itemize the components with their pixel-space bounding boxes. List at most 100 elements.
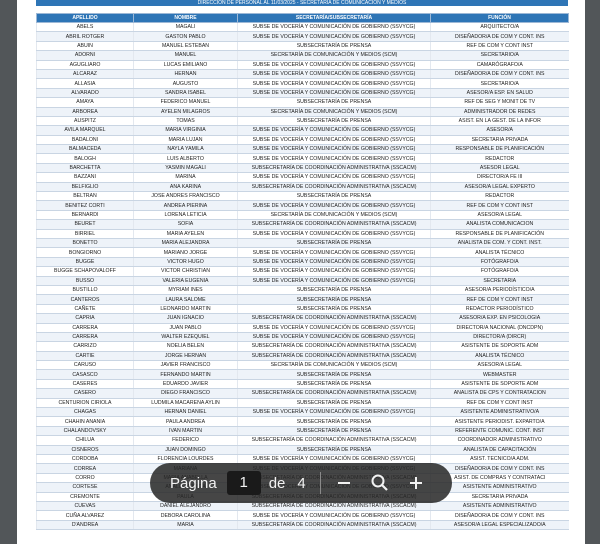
table-cell: SUBSECRETARÍA DE PRENSA xyxy=(237,379,431,390)
table-row: CARTIE JORGE HERNAN SUBSECRETARÍA DE COORD… xyxy=(36,351,569,362)
table-cell: CASERES xyxy=(36,379,134,390)
table-row: CASASCO FERNANDO MARTIN SUBSECRETARÍA DE P… xyxy=(36,369,569,380)
table-cell: CHAHIN ANANIA xyxy=(36,416,134,427)
table-cell: ABRIL ROTGER xyxy=(36,31,134,42)
table-cell: SECRETARIA PRIVADA xyxy=(430,135,569,146)
table-cell: BENITEZ CORTI xyxy=(36,200,134,211)
table-cell: SECRETARÍA DE COMUNICACIÓN Y MEDIOS (SCM… xyxy=(237,107,431,117)
table-row: CENTURION CIRIOLA LUDMILA MACARENA AYLIN S… xyxy=(36,398,569,409)
table-row: CARUSO JAVIER FRANCISCO SECRETARÍA DE COMU… xyxy=(36,360,569,371)
table-cell: ALLASIA xyxy=(36,78,134,89)
table-cell: GASTON PABLO xyxy=(133,31,238,42)
table-cell: DIRECTOR/A (DIRCR) xyxy=(430,332,569,343)
table-cell: SANDRA ISABEL xyxy=(133,88,238,99)
table-row: CUÑA ALVAREZ DEBORA CAROLINA SUBSE DE VOCE… xyxy=(36,510,569,521)
table-cell: REDACTOR PERIODÍSTICO xyxy=(430,304,569,315)
table-cell: BONETTO xyxy=(36,238,134,249)
table-cell: ANALISTA DE CPS Y CONTRATACION xyxy=(430,388,569,399)
zoom-fit-button[interactable] xyxy=(367,470,393,496)
table-cell: SUBSECRETARÍA DE PRENSA xyxy=(237,294,431,305)
current-page-input[interactable]: 1 xyxy=(226,471,261,495)
table-cell: SECRETARÍA DE COMUNICACIÓN Y MEDIOS (SCM… xyxy=(237,210,431,221)
table-cell: FEDERICO MANUEL xyxy=(133,97,238,108)
table-cell: ASESOR/A PERIODÍSTICO/A xyxy=(430,285,569,296)
table-cell: MARIA AYELEN xyxy=(133,229,238,240)
header-apellido: APELLIDO xyxy=(36,13,134,23)
table-cell: YASMIN MAGALI xyxy=(133,163,238,174)
table-cell: BONGIORNO xyxy=(36,247,134,258)
table-cell: DIRECTOR/A NACIONAL (DNCDPN) xyxy=(430,323,569,333)
table-cell: SUBSE DE VOCERÍA Y COMUNICACIÓN DE GOBIE… xyxy=(237,78,431,89)
table-cell: LUCAS EMILIANO xyxy=(133,60,238,70)
header-secretaria: SECRETARÍA/SUBSECRETARÍA xyxy=(237,13,431,23)
table-cell: SUBSE DE VOCERÍA Y COMUNICACIÓN DE GOBIE… xyxy=(237,125,431,136)
table-row: BARCHETTA YASMIN MAGALI SUBSECRETARÍA DE C… xyxy=(36,163,569,174)
table-cell: SUBSECRETARÍA DE PRENSA xyxy=(237,191,431,202)
table-cell: SUBSECRETARÍA DE COORDINACIÓN ADMINISTRA… xyxy=(237,163,431,174)
table-cell: ANALISTA COMUNICACION xyxy=(430,219,569,230)
table-cell: CARRERA xyxy=(36,323,134,333)
table-cell: JAVIER FRANCISCO xyxy=(133,360,238,371)
table-cell: ASESOR/A ESP. EN SALUD xyxy=(430,88,569,99)
table-cell: JOSE ANDRES FRANCISCO xyxy=(133,191,238,202)
table-cell: SUBSECRETARÍA DE PRENSA xyxy=(237,116,431,127)
table-cell: SUBSE DE VOCERÍA Y COMUNICACIÓN DE GOBIE… xyxy=(237,88,431,99)
table-cell: CASASCO xyxy=(36,369,134,380)
table-cell: AUSPITZ xyxy=(36,116,134,127)
table-row: CARRERA JUAN PABLO SUBSE DE VOCERÍA Y COMU… xyxy=(36,323,569,333)
staff-table: APELLIDO NOMBRE SECRETARÍA/SUBSECRETARÍA… xyxy=(36,13,569,531)
table-cell: SUBSECRETARÍA DE PRENSA xyxy=(237,41,431,52)
table-cell: SUBSECRETARÍA DE COORDINACIÓN ADMINISTRA… xyxy=(237,313,431,324)
zoom-out-button[interactable] xyxy=(331,470,357,496)
table-cell: SUBSECRETARÍA DE COORDINACIÓN ADMINISTRA… xyxy=(237,219,431,230)
table-cell: SUBSECRETARÍA DE COORDINACIÓN ADMINISTRA… xyxy=(237,388,431,399)
table-cell: BARCHETTA xyxy=(36,163,134,174)
table-cell: ABUIN xyxy=(36,41,134,52)
table-cell: ASESOR/A LEGAL ESPECIALIZADO/A xyxy=(430,520,569,531)
table-cell: BUGGE xyxy=(36,257,134,268)
table-cell: CISNEROS xyxy=(36,445,134,455)
table-row: BUGGE SCHAPOVALOFF VICTOR CHRISTIAN SUBSE … xyxy=(36,266,569,277)
table-cell: MYRIAM INES xyxy=(133,285,238,296)
table-cell: MARIANO JORGE xyxy=(133,247,238,258)
table-cell: LEONARDO MARTIN xyxy=(133,304,238,315)
table-row: ALVARADO SANDRA ISABEL SUBSE DE VOCERÍA Y … xyxy=(36,88,569,99)
table-cell: EDUARDO JAVIER xyxy=(133,379,238,390)
table-cell: MARIA ALEJANDRA xyxy=(133,238,238,249)
table-cell: BALOGH xyxy=(36,153,134,164)
table-row: CASERO DIEGO FRANCISCO SUBSECRETARÍA DE CO… xyxy=(36,388,569,399)
table-cell: SECRETARÍA DE COMUNICACIÓN Y MEDIOS (SCM… xyxy=(237,360,431,371)
table-cell: NOELIA BELEN xyxy=(133,341,238,352)
table-cell: SUBSECRETARÍA DE PRENSA xyxy=(237,416,431,427)
table-cell: CORTESE xyxy=(36,482,134,493)
table-cell: ALVARADO xyxy=(36,88,134,99)
table-cell: SECRETARIO/A xyxy=(430,78,569,89)
table-cell: REF DE COM Y CONT INST xyxy=(430,398,569,409)
table-cell: SUBSE DE VOCERÍA Y COMUNICACIÓN DE GOBIE… xyxy=(237,332,431,343)
table-cell: ASISTENTE PERIODIST. EXPARTO/A xyxy=(430,416,569,427)
table-cell: SUBSECRETARÍA DE PRENSA xyxy=(237,285,431,296)
table-row: BELTRAN JOSE ANDRES FRANCISCO SUBSECRETARÍ… xyxy=(36,191,569,202)
table-cell: MAGALI xyxy=(133,22,238,33)
table-cell: SUBSECRETARÍA DE COORDINACIÓN ADMINISTRA… xyxy=(237,435,431,446)
table-cell: REF DE SEG Y MONIT DE TV xyxy=(430,97,569,108)
table-cell: TOMAS xyxy=(133,116,238,127)
zoom-in-button[interactable] xyxy=(403,470,429,496)
table-cell: NAYLA YAMILA xyxy=(133,144,238,155)
table-cell: CASERO xyxy=(36,388,134,399)
table-cell: SUBSECRETARÍA DE PRENSA xyxy=(237,97,431,108)
table-cell: SUBSECRETARÍA DE COORDINACIÓN ADMINISTRA… xyxy=(237,182,431,193)
table-cell: ANALISTA TÉCNICO xyxy=(430,351,569,362)
table-row: CAÑETE LEONARDO MARTIN SUBSECRETARÍA DE PR… xyxy=(36,304,569,315)
table-cell: SUBSE DE VOCERÍA Y COMUNICACIÓN DE GOBIE… xyxy=(237,276,431,286)
table-cell: SUBSE DE VOCERÍA Y COMUNICACIÓN DE GOBIE… xyxy=(237,153,431,164)
table-cell: REF DE COM Y CONT INST xyxy=(430,41,569,52)
table-cell: SECRETARIO/A xyxy=(430,50,569,61)
page-of-label: de xyxy=(268,474,286,492)
toolbar-divider xyxy=(319,472,321,494)
magnifier-icon xyxy=(371,474,388,491)
table-cell: RESPONSABLE DE PLANIFICACIÓN xyxy=(430,144,569,155)
table-cell: CUÑA ALVAREZ xyxy=(36,510,134,521)
table-cell: ASIST. EN LA GEST. DE LA INFOR xyxy=(430,116,569,127)
table-row: BELFIGLIO ANA KARINA SUBSECRETARÍA DE COOR… xyxy=(36,182,569,193)
